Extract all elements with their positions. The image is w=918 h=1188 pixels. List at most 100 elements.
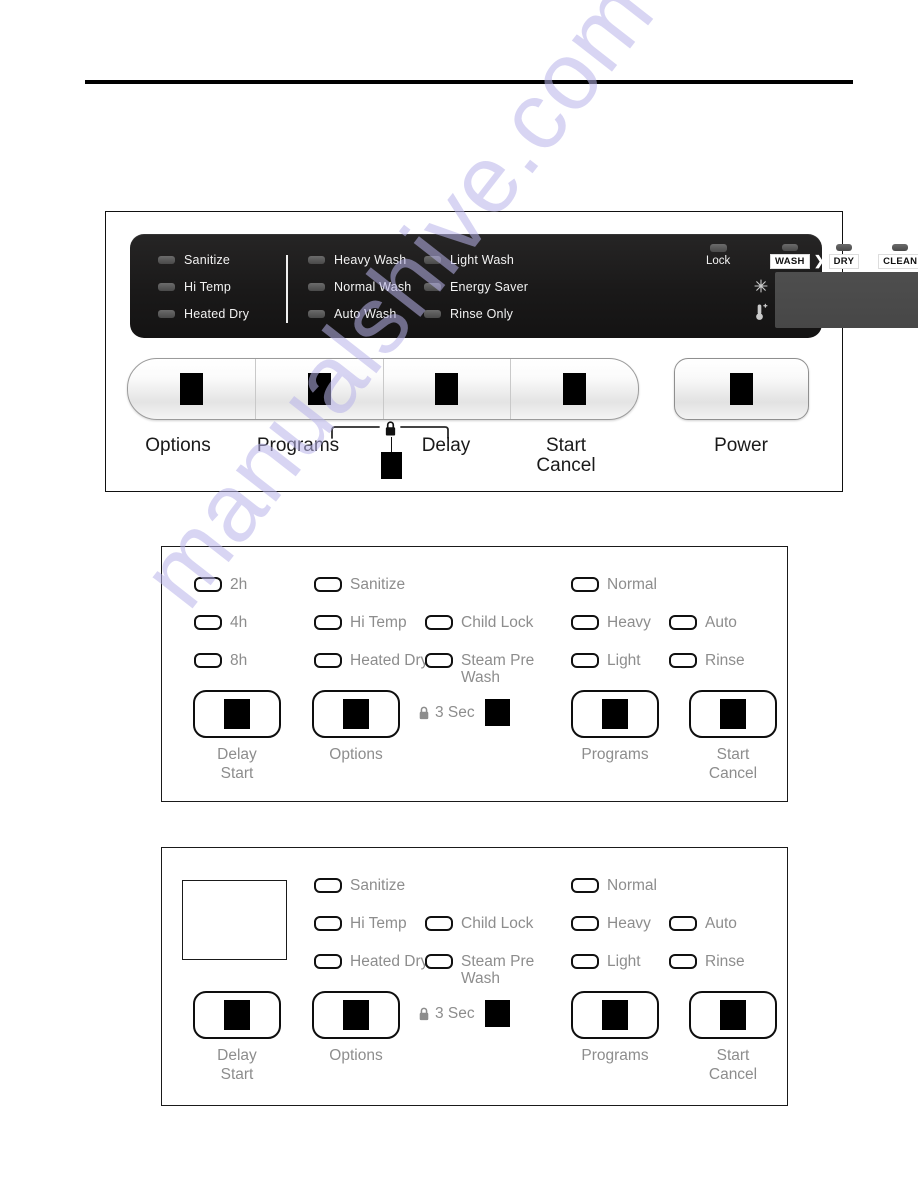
redacted-marker-icon: [343, 1000, 369, 1030]
indicator-label: Rinse: [705, 953, 745, 970]
option-indicator-hi-temp[interactable]: Hi Temp: [314, 915, 407, 932]
program-indicator-light[interactable]: Light: [571, 652, 641, 669]
hi-temp-thermometer-icon: [756, 303, 768, 320]
redacted-marker-icon: [720, 1000, 746, 1030]
led-indicator-icon: [314, 615, 342, 630]
program-indicator-normal[interactable]: Normal: [571, 877, 657, 894]
led-indicator-icon: [669, 916, 697, 931]
led-indicator-icon: [424, 255, 441, 264]
led-indicator-icon: [308, 309, 325, 318]
cycle-step-label: DRY: [828, 254, 860, 269]
indicator-heated-dry: Heated Dry: [158, 300, 249, 327]
caption-line-2: Cancel: [536, 455, 596, 476]
cycle-step-dry: DRY: [828, 244, 860, 269]
led-indicator-icon: [158, 309, 175, 318]
indicator-label: Child Lock: [461, 915, 534, 932]
option-indicator-heated-dry[interactable]: Heated Dry: [314, 652, 436, 669]
led-indicator-icon: [571, 878, 599, 893]
programs-button[interactable]: [571, 991, 659, 1039]
led-indicator-icon: [571, 916, 599, 931]
program-indicator-heavy[interactable]: Heavy: [571, 614, 651, 631]
programs-caption: Programs: [581, 746, 649, 763]
delay-indicator-8h[interactable]: 8h: [194, 652, 247, 669]
programs-indicator-column-right: Light Wash Energy Saver Rinse Only: [424, 246, 528, 327]
led-indicator-icon: [158, 282, 175, 291]
option-indicator-heated-dry[interactable]: Heated Dry: [314, 953, 436, 970]
option-indicator-child-lock[interactable]: Child Lock: [425, 915, 533, 932]
cycle-step-label: WASH: [770, 254, 810, 269]
start-cancel-button[interactable]: [689, 690, 777, 738]
power-button[interactable]: [674, 358, 809, 420]
child-lock-hold-hint: 3 Sec: [418, 1000, 510, 1027]
led-indicator-icon: [194, 577, 222, 592]
option-indicator-steam-pre-wash[interactable]: Steam Pre Wash: [425, 652, 547, 686]
start-cancel-button[interactable]: [511, 359, 638, 419]
indicator-label: Light Wash: [450, 252, 515, 267]
program-indicator-auto[interactable]: Auto: [669, 614, 737, 631]
programs-button[interactable]: [571, 690, 659, 738]
led-indicator-icon: [424, 309, 441, 318]
indicator-label: Steam Pre Wash: [461, 953, 535, 987]
indicator-label: Sanitize: [350, 877, 406, 894]
program-indicator-rinse[interactable]: Rinse: [669, 953, 745, 970]
led-indicator-icon: [424, 282, 441, 291]
delay-indicator-2h[interactable]: 2h: [194, 576, 247, 593]
delay-start-button[interactable]: [193, 991, 281, 1039]
indicator-label: Heated Dry: [350, 652, 429, 669]
indicator-label: Hi Temp: [350, 614, 407, 631]
option-indicator-sanitize[interactable]: Sanitize: [314, 576, 405, 593]
options-button[interactable]: [312, 991, 400, 1039]
option-indicator-hi-temp[interactable]: Hi Temp: [314, 614, 407, 631]
programs-button[interactable]: [256, 359, 384, 419]
option-indicator-sanitize[interactable]: Sanitize: [314, 877, 405, 894]
cycle-progress-indicator: WASH ❯ DRY ❯ CLEAN: [770, 244, 918, 269]
options-button[interactable]: [312, 690, 400, 738]
indicator-energy-saver: Energy Saver: [424, 273, 528, 300]
indicator-label: Rinse: [705, 652, 745, 669]
hold-duration-label: 3 Sec: [435, 703, 475, 721]
program-indicator-rinse[interactable]: Rinse: [669, 652, 745, 669]
program-indicator-normal[interactable]: Normal: [571, 576, 657, 593]
control-panel-face: Sanitize Hi Temp Heated Dry Heavy Wash N…: [130, 234, 918, 338]
option-indicator-steam-pre-wash[interactable]: Steam Pre Wash: [425, 953, 547, 987]
programs-button-caption: Programs: [256, 435, 340, 456]
option-indicator-child-lock[interactable]: Child Lock: [425, 614, 533, 631]
program-indicator-heavy[interactable]: Heavy: [571, 915, 651, 932]
led-indicator-icon: [892, 244, 909, 251]
led-indicator-icon: [835, 244, 852, 251]
digital-display: [775, 272, 918, 328]
delay-indicator-4h[interactable]: 4h: [194, 614, 247, 631]
caption-line-2: Start: [220, 1066, 254, 1083]
start-cancel-button[interactable]: [689, 991, 777, 1039]
led-indicator-icon: [314, 577, 342, 592]
chevron-right-icon: ❯: [813, 253, 825, 268]
control-panel-diagram-without-delay: Sanitize Hi Temp Heated Dry Child Lock S…: [161, 847, 788, 1106]
redacted-marker-icon: [224, 699, 250, 729]
program-indicator-auto[interactable]: Auto: [669, 915, 737, 932]
delay-button[interactable]: [384, 359, 512, 419]
caption-line-1: Delay: [217, 1047, 257, 1064]
program-indicator-light[interactable]: Light: [571, 953, 641, 970]
caption-line-1: Start: [716, 1047, 750, 1064]
indicator-label: Heavy: [607, 915, 651, 932]
options-caption: Options: [329, 746, 383, 763]
caption-line-2: Start: [220, 765, 254, 782]
redacted-marker-icon: [224, 1000, 250, 1030]
led-indicator-icon: [571, 954, 599, 969]
caption-line-1: Delay: [217, 746, 257, 763]
indicator-label: Heated Dry: [350, 953, 429, 970]
led-indicator-icon: [425, 653, 453, 668]
caption-line-2: Cancel: [708, 1066, 758, 1083]
indicator-heavy-wash: Heavy Wash: [308, 246, 411, 273]
delay-start-caption: Delay Start: [182, 1046, 292, 1084]
indicator-label: 8h: [230, 652, 248, 669]
indicator-rinse-only: Rinse Only: [424, 300, 528, 327]
delay-start-button[interactable]: [193, 690, 281, 738]
led-indicator-icon: [781, 244, 798, 251]
options-indicator-column: Sanitize Hi Temp Heated Dry: [158, 246, 249, 327]
led-indicator-icon: [158, 255, 175, 264]
indicator-label: Energy Saver: [450, 279, 529, 294]
options-button[interactable]: [128, 359, 256, 419]
indicator-hi-temp: Hi Temp: [158, 273, 249, 300]
redacted-marker-icon: [179, 373, 203, 405]
